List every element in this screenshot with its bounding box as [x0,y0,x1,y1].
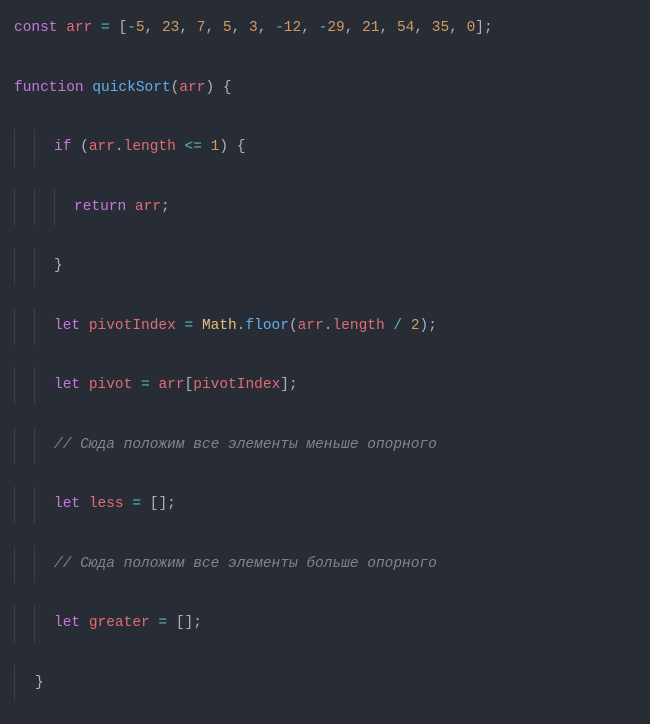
code-line: let less = []; [14,486,650,524]
paren-open: ( [80,139,89,155]
bracket-open: [ [118,20,127,36]
comma: , [301,20,318,36]
number: 23 [162,20,179,36]
semicolon: ; [484,20,493,36]
op-assign: = [158,615,167,631]
code-line: if (arr.length <= 1) { [14,129,650,167]
function-name: quickSort [92,80,170,96]
keyword-if: if [54,139,71,155]
code-line: } [14,665,650,703]
op-assign: = [101,20,110,36]
brace-open: { [223,80,232,96]
op-assign: = [185,318,194,334]
semicolon: ; [161,199,170,215]
code-line: function quickSort(arr) { [14,70,650,108]
bracket-open: [ [185,377,194,393]
comma: , [414,20,431,36]
code-line: let pivotIndex = Math.floor(arr.length /… [14,308,650,346]
number: 5 [223,20,232,36]
identifier: arr [298,318,324,334]
number: 21 [362,20,379,36]
brace-close: } [35,675,44,691]
number: 5 [136,20,145,36]
number: 2 [411,318,420,334]
keyword-let: let [54,318,80,334]
property: length [332,318,384,334]
identifier: arr [89,139,115,155]
semicolon: ; [428,318,437,334]
brace-close: } [54,258,63,274]
bracket-close: ] [185,615,194,631]
paren-close: ) [219,139,228,155]
keyword-return: return [74,199,126,215]
comma: , [449,20,466,36]
keyword-const: const [14,20,58,36]
comma: , [205,20,222,36]
identifier: less [89,496,124,512]
identifier: pivotIndex [89,318,176,334]
identifier: greater [89,615,150,631]
code-line: } [14,248,650,286]
op-assign: = [141,377,150,393]
property: length [124,139,176,155]
op-assign: = [132,496,141,512]
bracket-open: [ [176,615,185,631]
number: 54 [397,20,414,36]
code-line: // Сюда положим все элементы меньше опор… [14,427,650,465]
dot: . [115,139,124,155]
brace-open: { [237,139,246,155]
keyword-function: function [14,80,84,96]
identifier: pivotIndex [193,377,280,393]
code-line: let pivot = arr[pivotIndex]; [14,367,650,405]
number: 12 [284,20,301,36]
semicolon: ; [193,615,202,631]
paren-close: ) [420,318,429,334]
identifier: arr [66,20,92,36]
bracket-close: ] [280,377,289,393]
number: 0 [467,20,476,36]
paren-close: ) [205,80,214,96]
comment: // Сюда положим все элементы меньше опор… [54,437,437,453]
semicolon: ; [289,377,298,393]
method-floor: floor [245,318,289,334]
paren-open: ( [289,318,298,334]
number: 3 [249,20,258,36]
comma: , [179,20,196,36]
op-minus: - [127,20,136,36]
code-line: let greater = []; [14,605,650,643]
op-minus: - [319,20,328,36]
keyword-let: let [54,496,80,512]
code-line: // Сюда положим все элементы больше опор… [14,546,650,584]
comma: , [345,20,362,36]
object-math: Math [202,318,237,334]
comma: , [145,20,162,36]
bracket-close: ] [158,496,167,512]
identifier: arr [135,199,161,215]
identifier: pivot [89,377,133,393]
keyword-let: let [54,377,80,393]
keyword-let: let [54,615,80,631]
op-lte: <= [185,139,202,155]
parameter: arr [179,80,205,96]
code-line: return arr; [14,189,650,227]
comma: , [232,20,249,36]
comment: // Сюда положим все элементы больше опор… [54,556,437,572]
comma: , [258,20,275,36]
op-minus: - [275,20,284,36]
op-div: / [393,318,402,334]
identifier: arr [158,377,184,393]
code-block: const arr = [-5, 23, 7, 5, 3, -12, -29, … [14,10,650,724]
number: 35 [432,20,449,36]
bracket-close: ] [475,20,484,36]
number: 29 [327,20,344,36]
semicolon: ; [167,496,176,512]
comma: , [380,20,397,36]
code-line: const arr = [-5, 23, 7, 5, 3, -12, -29, … [14,10,650,48]
